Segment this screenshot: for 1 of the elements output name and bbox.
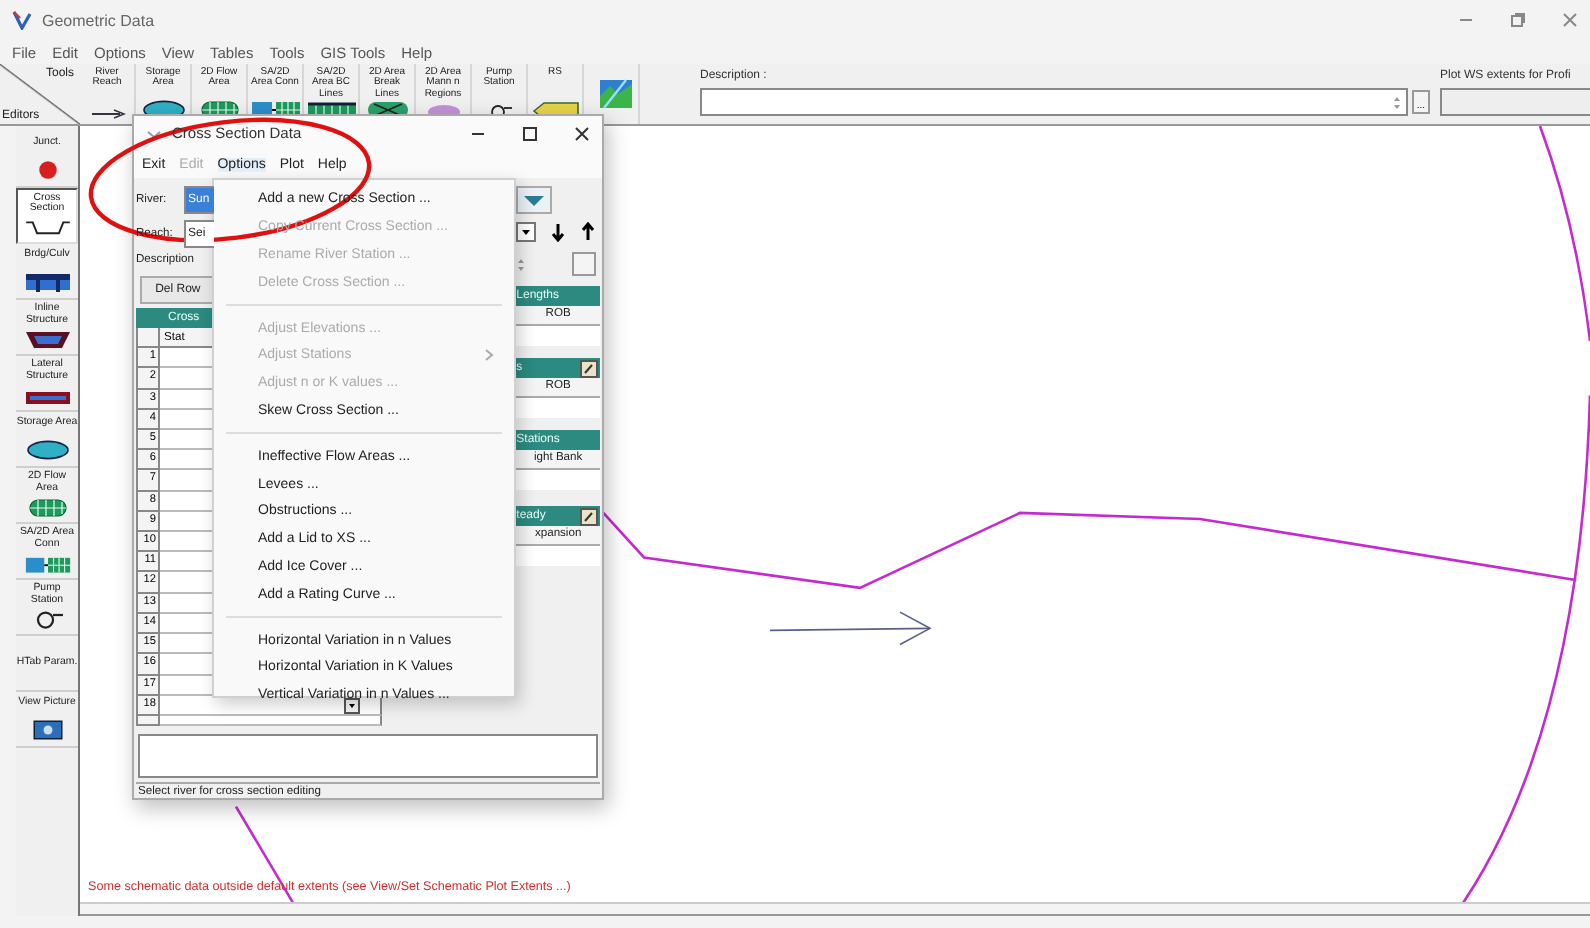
window-title: Geometric Data: [42, 11, 157, 29]
